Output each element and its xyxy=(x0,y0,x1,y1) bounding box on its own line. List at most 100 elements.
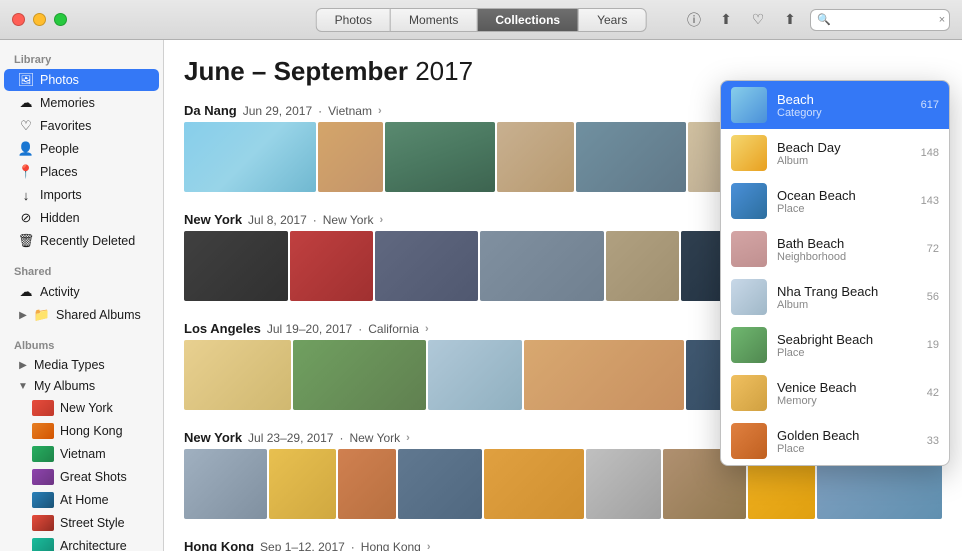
sidebar-album-new-york-label: New York xyxy=(60,401,113,415)
result-title: Golden Beach xyxy=(777,428,917,443)
share-button[interactable]: ⬆ xyxy=(714,8,738,32)
result-subtitle: Album xyxy=(777,155,911,167)
photos-icon: 🖼 xyxy=(18,72,34,88)
result-count: 143 xyxy=(921,195,939,207)
result-text: Nha Trang Beach Album xyxy=(777,284,917,311)
sidebar-album-street-style[interactable]: Street Style xyxy=(4,512,159,534)
tab-moments[interactable]: Moments xyxy=(390,8,476,32)
sidebar-item-favorites[interactable]: ♡ Favorites xyxy=(4,115,159,137)
result-thumb xyxy=(731,231,767,267)
sidebar-item-people[interactable]: 👤 People xyxy=(4,138,159,160)
sidebar-album-at-home[interactable]: At Home xyxy=(4,489,159,511)
photo-cell[interactable] xyxy=(385,122,495,192)
tab-years[interactable]: Years xyxy=(578,8,646,32)
media-types-toggle[interactable]: ▶ xyxy=(18,360,28,370)
sidebar-item-shared-albums[interactable]: ▶ 📁 Shared Albums xyxy=(4,304,159,326)
memories-icon: ☁ xyxy=(18,95,34,111)
collection-hk-label[interactable]: Hong Kong Sep 1–12, 2017 · Hong Kong › xyxy=(184,539,942,551)
window-controls xyxy=(12,13,67,26)
collection-separator-4: · xyxy=(351,540,355,551)
result-text: Golden Beach Place xyxy=(777,428,917,455)
collection-separator-3: · xyxy=(339,431,343,445)
shared-section-header: Shared xyxy=(0,260,163,280)
my-albums-toggle[interactable]: ▼ xyxy=(18,381,28,391)
sidebar-item-hidden[interactable]: ⊘ Hidden xyxy=(4,207,159,229)
result-text: Beach Day Album xyxy=(777,140,911,167)
search-result-item-golden-beach[interactable]: Golden Beach Place 33 xyxy=(721,417,949,465)
sidebar-item-places[interactable]: 📍 Places xyxy=(4,161,159,183)
photo-cell[interactable] xyxy=(606,231,679,301)
photo-cell[interactable] xyxy=(338,449,396,519)
photo-cell[interactable] xyxy=(586,449,661,519)
photo-cell[interactable] xyxy=(318,122,384,192)
sidebar-album-new-york[interactable]: New York xyxy=(4,397,159,419)
shared-albums-toggle[interactable]: ▶ xyxy=(18,310,28,320)
heart-button[interactable]: ♡ xyxy=(746,8,770,32)
search-clear-button[interactable]: × xyxy=(939,14,945,26)
sidebar-item-activity[interactable]: ☁ Activity xyxy=(4,281,159,303)
search-result-item-nha-trang-beach[interactable]: Nha Trang Beach Album 56 xyxy=(721,273,949,321)
info-button[interactable]: ⓘ xyxy=(682,8,706,32)
search-result-item-seabright-beach[interactable]: Seabright Beach Place 19 xyxy=(721,321,949,369)
photo-cell[interactable] xyxy=(269,449,336,519)
photo-cell[interactable] xyxy=(184,231,288,301)
search-result-item-ocean-beach[interactable]: Ocean Beach Place 143 xyxy=(721,177,949,225)
photo-cell[interactable] xyxy=(480,231,604,301)
photo-cell[interactable] xyxy=(184,122,316,192)
photo-cell[interactable] xyxy=(524,340,684,410)
sidebar-item-recently-deleted[interactable]: 🗑 Recently Deleted xyxy=(4,230,159,252)
sidebar-album-architecture[interactable]: Architecture xyxy=(4,535,159,551)
result-count: 56 xyxy=(927,291,939,303)
search-result-item-beach-day[interactable]: Beach Day Album 148 xyxy=(721,129,949,177)
photo-cell[interactable] xyxy=(398,449,481,519)
sidebar-memories-label: Memories xyxy=(40,96,95,110)
sidebar-item-media-types[interactable]: ▶ Media Types xyxy=(4,355,159,375)
result-title: Seabright Beach xyxy=(777,332,917,347)
search-result-item-beach-category[interactable]: Beach Category 617 xyxy=(721,81,949,129)
result-count: 42 xyxy=(927,387,939,399)
photo-cell[interactable] xyxy=(290,231,373,301)
sidebar-item-photos[interactable]: 🖼 Photos xyxy=(4,69,159,91)
photo-cell[interactable] xyxy=(484,449,584,519)
photo-cell[interactable] xyxy=(497,122,574,192)
tab-collections[interactable]: Collections xyxy=(476,8,578,32)
icloud-button[interactable]: ⬆ xyxy=(778,8,802,32)
photo-cell[interactable] xyxy=(184,449,267,519)
close-button[interactable] xyxy=(12,13,25,26)
chevron-right-icon: › xyxy=(425,323,429,335)
maximize-button[interactable] xyxy=(54,13,67,26)
architecture-album-icon xyxy=(32,538,54,551)
hong-kong-album-icon xyxy=(32,423,54,439)
sidebar-my-albums-label: My Albums xyxy=(34,379,95,393)
search-input[interactable]: Beach xyxy=(835,13,935,27)
photo-cell[interactable] xyxy=(293,340,427,410)
result-subtitle: Memory xyxy=(777,395,917,407)
sidebar-item-memories[interactable]: ☁ Memories xyxy=(4,92,159,114)
sidebar-album-great-shots[interactable]: Great Shots xyxy=(4,466,159,488)
main-layout: Library 🖼 Photos ☁ Memories ♡ Favorites … xyxy=(0,40,962,551)
result-text: Ocean Beach Place xyxy=(777,188,911,215)
photo-cell[interactable] xyxy=(576,122,686,192)
sidebar-item-my-albums[interactable]: ▼ My Albums xyxy=(4,376,159,396)
result-text: Bath Beach Neighborhood xyxy=(777,236,917,263)
chevron-right-icon: › xyxy=(406,432,410,444)
sidebar-album-hong-kong[interactable]: Hong Kong xyxy=(4,420,159,442)
sidebar-album-vietnam[interactable]: Vietnam xyxy=(4,443,159,465)
photo-cell[interactable] xyxy=(375,231,479,301)
collection-title: New York xyxy=(184,212,242,227)
people-icon: 👤 xyxy=(18,141,34,157)
search-result-item-venice-beach[interactable]: Venice Beach Memory 42 xyxy=(721,369,949,417)
new-york-album-icon xyxy=(32,400,54,416)
tab-photos[interactable]: Photos xyxy=(316,8,390,32)
result-count: 33 xyxy=(927,435,939,447)
result-count: 72 xyxy=(927,243,939,255)
sidebar-item-imports[interactable]: ↓ Imports xyxy=(4,184,159,206)
search-box[interactable]: 🔍 Beach × xyxy=(810,9,950,31)
photo-cell[interactable] xyxy=(428,340,522,410)
chevron-right-icon: › xyxy=(379,214,383,226)
minimize-button[interactable] xyxy=(33,13,46,26)
sidebar-media-types-label: Media Types xyxy=(34,358,105,372)
photo-cell[interactable] xyxy=(184,340,291,410)
search-result-item-bath-beach[interactable]: Bath Beach Neighborhood 72 xyxy=(721,225,949,273)
collection-date: Jul 8, 2017 xyxy=(248,213,307,227)
